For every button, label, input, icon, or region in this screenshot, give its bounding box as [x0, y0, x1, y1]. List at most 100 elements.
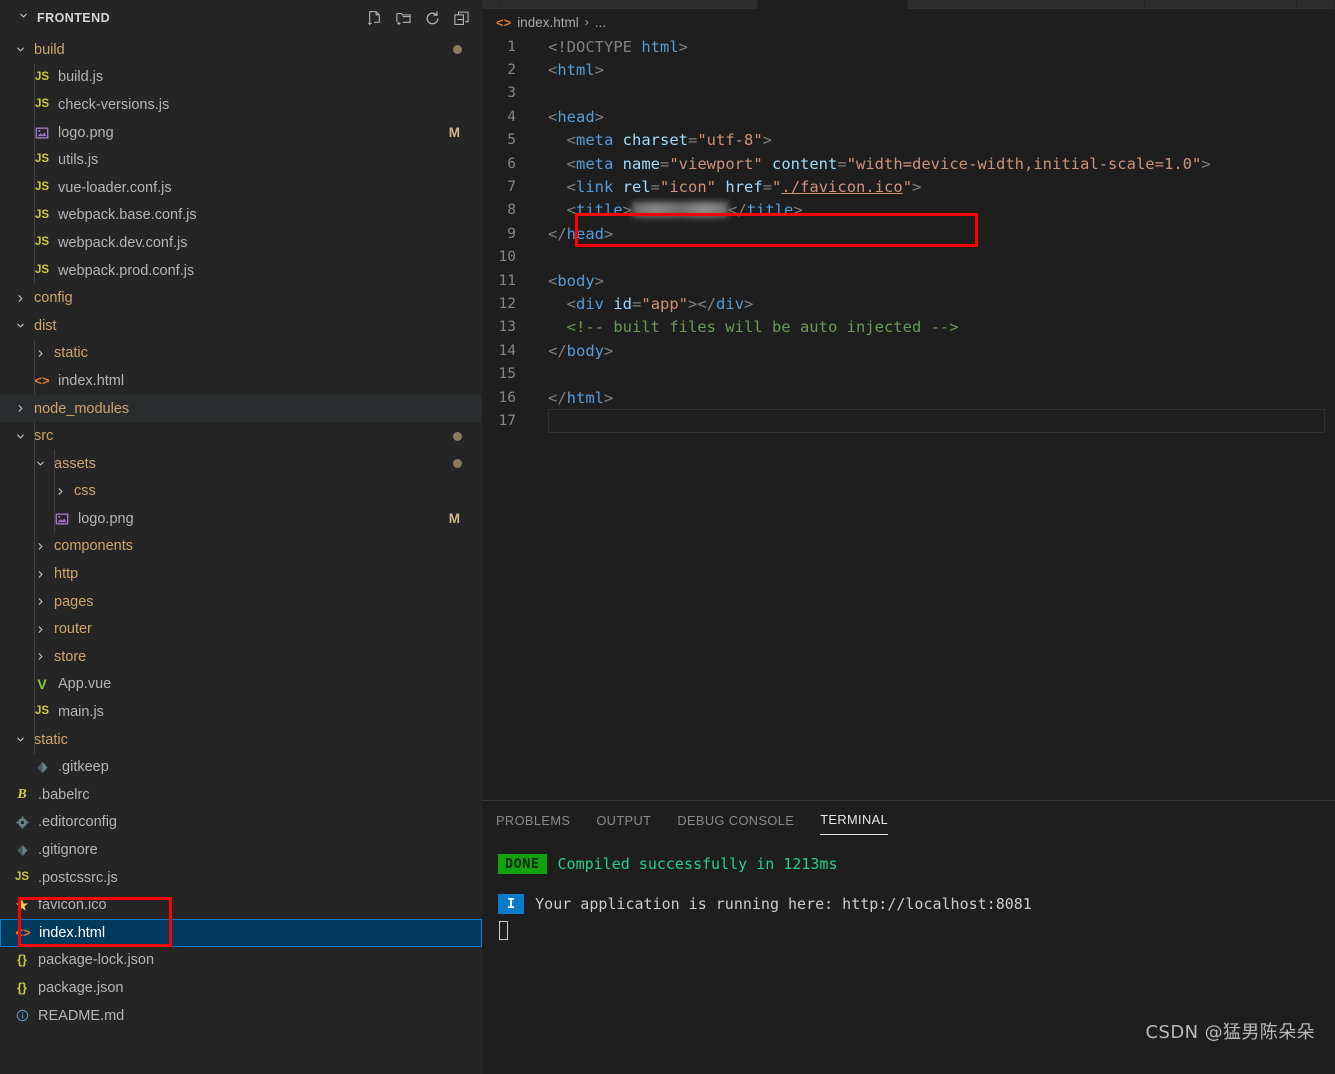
tree-item[interactable]: B .babelrc	[0, 781, 482, 809]
tree-item[interactable]: build	[0, 36, 482, 64]
tree-item[interactable]: http	[0, 560, 482, 588]
code-text[interactable]: <link rel="icon" href="./favicon.ico">	[538, 178, 922, 196]
code-token: <	[548, 271, 558, 290]
tree-item[interactable]: components	[0, 533, 482, 561]
code-line[interactable]: 7 <link rel="icon" href="./favicon.ico">	[482, 175, 1335, 198]
code-token: <	[548, 107, 558, 126]
chevron-down-icon[interactable]	[12, 44, 28, 55]
code-text[interactable]: <title> </title>	[538, 201, 803, 219]
tree-item-label: favicon.ico	[38, 897, 107, 914]
editor-tab[interactable]	[1297, 0, 1335, 9]
tree-item[interactable]: .gitignore	[0, 836, 482, 864]
code-line[interactable]: 16 </html>	[482, 386, 1335, 409]
tree-item[interactable]: JS .postcssrc.js	[0, 864, 482, 892]
terminal-output[interactable]: DONE Compiled successfully in 1213ms I Y…	[482, 837, 1335, 944]
tree-item[interactable]: static	[0, 340, 482, 368]
tree-item[interactable]: pages	[0, 588, 482, 616]
code-line[interactable]: 9 </head>	[482, 222, 1335, 245]
breadcrumb-rest[interactable]: ...	[595, 15, 606, 30]
panel-tab[interactable]: PROBLEMS	[496, 813, 570, 835]
breadcrumb-file[interactable]: index.html	[517, 15, 579, 30]
tree-item[interactable]: V App.vue	[0, 671, 482, 699]
code-line[interactable]: 13 <!-- built files will be auto injecte…	[482, 316, 1335, 339]
code-text[interactable]: </body>	[538, 342, 613, 360]
code-text[interactable]: <meta charset="utf-8">	[538, 131, 772, 149]
code-line[interactable]: 8 <title> </title>	[482, 199, 1335, 222]
tree-item[interactable]: css	[0, 478, 482, 506]
editor-tab[interactable]	[908, 0, 1145, 9]
code-line[interactable]: 1 <!DOCTYPE html>	[482, 35, 1335, 58]
code-line[interactable]: 15	[482, 362, 1335, 385]
tree-item[interactable]: node_modules	[0, 394, 482, 423]
editor-tab-active[interactable]	[758, 0, 908, 9]
refresh-icon[interactable]	[424, 10, 441, 27]
new-folder-icon[interactable]	[395, 10, 412, 27]
code-line[interactable]: 11 <body>	[482, 269, 1335, 292]
chevron-down-icon[interactable]	[18, 10, 29, 24]
code-line[interactable]: 6 <meta name="viewport" content="width=d…	[482, 152, 1335, 175]
code-line[interactable]: 10	[482, 246, 1335, 269]
code-text[interactable]: <body>	[538, 272, 604, 290]
code-editor[interactable]: 1 <!DOCTYPE html> 2 <html> 3 4 <head> 5 <meta c…	[482, 35, 1335, 800]
code-line[interactable]: 2 <html>	[482, 58, 1335, 81]
chevron-down-icon[interactable]	[12, 734, 28, 745]
tree-item[interactable]: JS check-versions.js	[0, 91, 482, 119]
breadcrumb[interactable]: <> index.html › ...	[482, 9, 1335, 35]
code-line[interactable]: 5 <meta charset="utf-8">	[482, 129, 1335, 152]
tree-item[interactable]: logo.png M	[0, 119, 482, 147]
chevron-right-icon[interactable]	[12, 403, 28, 414]
tree-item[interactable]: JS webpack.prod.conf.js	[0, 257, 482, 285]
tree-item[interactable]: <> index.html	[0, 367, 482, 395]
new-file-icon[interactable]	[366, 10, 383, 27]
tree-item[interactable]: JS vue-loader.conf.js	[0, 174, 482, 202]
tree-item[interactable]: store	[0, 643, 482, 671]
code-token: "app"	[641, 294, 689, 313]
tree-item[interactable]: router	[0, 615, 482, 643]
code-line[interactable]: 4 <head>	[482, 105, 1335, 128]
tree-item[interactable]: config	[0, 284, 482, 312]
tree-item[interactable]: .gitkeep	[0, 753, 482, 781]
code-text[interactable]: <html>	[538, 61, 604, 79]
tree-item[interactable]: logo.png M	[0, 505, 482, 533]
tree-item[interactable]: src	[0, 422, 482, 450]
code-text[interactable]: <div id="app"></div>	[538, 294, 754, 313]
code-text[interactable]: </html>	[538, 389, 613, 407]
panel-tab[interactable]: OUTPUT	[596, 813, 651, 835]
tree-item[interactable]: JS build.js	[0, 64, 482, 92]
code-line[interactable]: 12 <div id="app"></div>	[482, 292, 1335, 315]
collapse-all-icon[interactable]	[453, 10, 470, 27]
code-line[interactable]: 14 </body>	[482, 339, 1335, 362]
tree-item[interactable]: JS utils.js	[0, 146, 482, 174]
code-text[interactable]: </head>	[538, 225, 613, 243]
code-line[interactable]: 17	[482, 409, 1335, 433]
image-icon	[52, 512, 72, 526]
tree-item-label: css	[74, 483, 96, 500]
tree-item[interactable]: assets	[0, 450, 482, 478]
tree-item[interactable]: README.md	[0, 1002, 482, 1030]
tree-item[interactable]: JS webpack.base.conf.js	[0, 202, 482, 230]
chevron-down-icon[interactable]	[12, 431, 28, 442]
tree-item[interactable]: {} package.json	[0, 974, 482, 1002]
tree-item[interactable]: JS main.js	[0, 698, 482, 726]
editor-tab[interactable]	[500, 0, 758, 9]
editor-tab[interactable]	[1145, 0, 1297, 9]
tree-item[interactable]: <> index.html	[0, 919, 482, 947]
panel-tab[interactable]: TERMINAL	[820, 812, 889, 835]
tree-item[interactable]: .editorconfig	[0, 809, 482, 837]
code-token: "width=device-width,initial-scale=1.0"	[846, 154, 1202, 173]
chevron-right-icon[interactable]	[12, 293, 28, 304]
tree-item[interactable]: dist	[0, 312, 482, 340]
tree-item[interactable]: static	[0, 726, 482, 754]
code-text[interactable]: <!-- built files will be auto injected -…	[538, 318, 959, 336]
code-token: id	[613, 294, 633, 313]
chevron-down-icon[interactable]	[12, 320, 28, 331]
code-text[interactable]: <meta name="viewport" content="width=dev…	[538, 155, 1211, 173]
tree-item[interactable]: {} package-lock.json	[0, 947, 482, 975]
editor-tab[interactable]	[482, 0, 500, 9]
panel-tab[interactable]: DEBUG CONSOLE	[677, 813, 794, 835]
tree-item[interactable]: JS webpack.dev.conf.js	[0, 229, 482, 257]
code-text[interactable]: <head>	[538, 108, 604, 126]
tree-item[interactable]: ★ favicon.ico	[0, 891, 482, 919]
code-text[interactable]: <!DOCTYPE html>	[538, 38, 688, 56]
code-line[interactable]: 3	[482, 82, 1335, 105]
